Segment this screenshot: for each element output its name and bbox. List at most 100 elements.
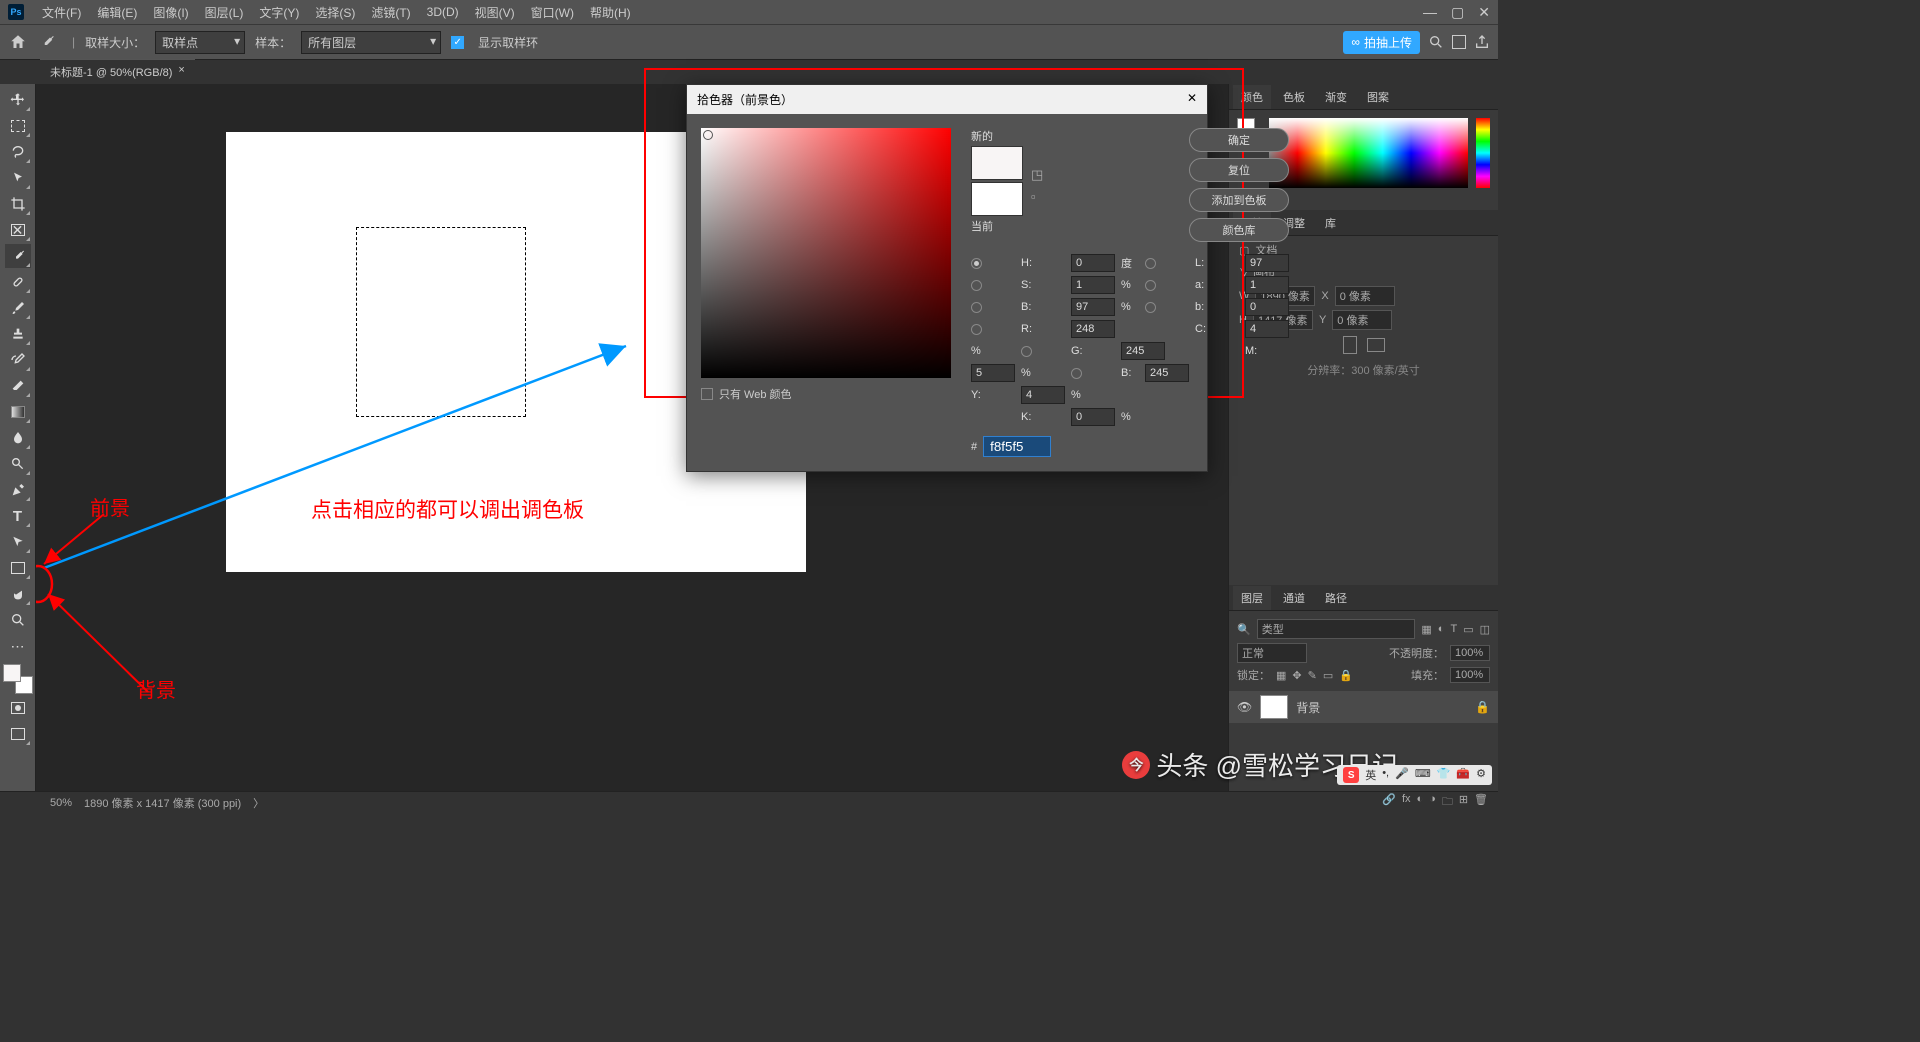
marquee-tool[interactable] (5, 114, 31, 138)
menu-type[interactable]: 文字(Y) (251, 4, 307, 21)
doc-dimensions[interactable]: 1890 像素 x 1417 像素 (300 ppi) (84, 795, 241, 811)
filter-image-icon[interactable]: ▦ (1421, 623, 1431, 636)
home-icon[interactable] (8, 32, 28, 52)
add-swatch-button[interactable]: 添加到色板 (1189, 188, 1289, 212)
input-l[interactable] (1245, 254, 1289, 272)
input-s[interactable] (1071, 276, 1115, 294)
panel-hue-strip[interactable] (1476, 118, 1490, 188)
hand-tool[interactable] (5, 582, 31, 606)
window-close-icon[interactable]: ✕ (1478, 4, 1490, 21)
dodge-tool[interactable] (5, 452, 31, 476)
chevron-right-icon[interactable]: 〉 (253, 795, 264, 811)
radio-r[interactable] (971, 324, 982, 335)
screenmode-tool[interactable] (5, 722, 31, 746)
eyedropper-tool-icon[interactable] (38, 33, 62, 51)
group-icon[interactable]: 🗀 (1442, 793, 1453, 812)
input-r[interactable] (1071, 320, 1115, 338)
healing-tool[interactable] (5, 270, 31, 294)
layer-kind-filter[interactable]: 类型 (1257, 619, 1416, 639)
layer-row-background[interactable]: 👁 背景 🔒 (1229, 691, 1498, 723)
lock-artboard-icon[interactable]: ▭ (1323, 669, 1333, 682)
quick-select-tool[interactable] (5, 166, 31, 190)
tab-patterns[interactable]: 图案 (1359, 85, 1397, 109)
edit-toolbar[interactable]: ⋯ (5, 634, 31, 658)
type-tool[interactable]: T (5, 504, 31, 528)
shape-tool[interactable] (5, 556, 31, 580)
input-a[interactable] (1245, 276, 1289, 294)
pen-tool[interactable] (5, 478, 31, 502)
ime-bar[interactable]: S 英 •, 🎤 ⌨ 👕 🧰 ⚙ (1337, 765, 1492, 785)
tab-close-icon[interactable]: × (178, 64, 184, 80)
tab-swatches[interactable]: 色板 (1275, 85, 1313, 109)
menu-edit[interactable]: 编辑(E) (89, 4, 145, 21)
input-b-rgb[interactable] (1145, 364, 1189, 382)
lock-icon[interactable]: 🔒 (1339, 669, 1353, 682)
lock-all-icon[interactable]: ▦ (1276, 669, 1286, 682)
path-select-tool[interactable] (5, 530, 31, 554)
window-minimize-icon[interactable]: — (1423, 4, 1437, 21)
frame-tool[interactable]: ✕ (5, 218, 31, 242)
foreground-color[interactable] (3, 664, 21, 682)
input-c[interactable] (1245, 320, 1289, 338)
menu-window[interactable]: 窗口(W) (523, 4, 582, 21)
input-h[interactable] (1071, 254, 1115, 272)
input-b-hsb[interactable] (1071, 298, 1115, 316)
ime-mic-icon[interactable]: 🎤 (1395, 767, 1409, 783)
saturation-value-field[interactable] (701, 128, 951, 378)
ime-punct-icon[interactable]: •, (1382, 767, 1389, 783)
blur-tool[interactable] (5, 426, 31, 450)
tab-channels[interactable]: 通道 (1275, 586, 1313, 610)
ime-settings-icon[interactable]: ⚙ (1476, 767, 1486, 783)
frame-icon[interactable] (1452, 35, 1466, 49)
document-tab[interactable]: 未标题-1 @ 50%(RGB/8) × (40, 59, 195, 84)
move-tool[interactable] (5, 88, 31, 112)
stamp-tool[interactable] (5, 322, 31, 346)
web-warning-icon[interactable]: ▫ (1031, 189, 1043, 204)
sample-size-dropdown[interactable]: 取样点 (155, 31, 245, 54)
lock-pixels-icon[interactable]: ✎ (1308, 669, 1317, 682)
adjustment-icon[interactable]: ◑ (1429, 793, 1436, 812)
radio-b-hsb[interactable] (971, 302, 982, 313)
tab-libraries[interactable]: 库 (1317, 211, 1344, 235)
dialog-close-icon[interactable]: ✕ (1187, 91, 1197, 108)
input-g[interactable] (1121, 342, 1165, 360)
zoom-level[interactable]: 50% (50, 797, 72, 809)
radio-g[interactable] (1021, 346, 1032, 357)
zoom-tool[interactable] (5, 608, 31, 632)
input-y[interactable] (1021, 386, 1065, 404)
menu-view[interactable]: 视图(V) (467, 4, 523, 21)
blend-mode-dropdown[interactable]: 正常 (1237, 643, 1307, 663)
trash-icon[interactable]: 🗑 (1474, 793, 1488, 812)
eyedropper-tool[interactable] (5, 244, 31, 268)
tab-gradients[interactable]: 渐变 (1317, 85, 1355, 109)
link-icon[interactable]: 🔗 (1382, 793, 1396, 812)
lock-position-icon[interactable]: ✥ (1292, 669, 1301, 682)
search-icon[interactable] (1428, 34, 1444, 50)
search-small-icon[interactable]: 🔍 (1237, 623, 1251, 636)
input-b-lab[interactable] (1245, 298, 1289, 316)
tab-layers[interactable]: 图层 (1233, 586, 1271, 610)
fx-icon[interactable]: fx (1402, 793, 1411, 812)
prop-y[interactable]: 0 像素 (1332, 310, 1392, 330)
ime-keyboard-icon[interactable]: ⌨ (1415, 767, 1431, 783)
brush-tool[interactable] (5, 296, 31, 320)
crop-tool[interactable] (5, 192, 31, 216)
color-swatches[interactable] (3, 664, 33, 694)
filter-shape-icon[interactable]: ▭ (1463, 623, 1473, 636)
sample-dropdown[interactable]: 所有图层 (301, 31, 441, 54)
mask-icon[interactable]: ◐ (1417, 793, 1424, 812)
ime-lang[interactable]: 英 (1365, 767, 1376, 783)
filter-adjust-icon[interactable]: ◐ (1438, 623, 1445, 635)
color-spectrum[interactable] (1269, 118, 1468, 188)
layer-lock-icon[interactable]: 🔒 (1475, 700, 1490, 714)
new-layer-icon[interactable]: ⊞ (1459, 793, 1468, 812)
menu-help[interactable]: 帮助(H) (582, 4, 639, 21)
menu-file[interactable]: 文件(F) (34, 4, 89, 21)
cube-warning-icon[interactable]: ◳ (1031, 167, 1043, 183)
current-color-swatch[interactable] (971, 182, 1023, 216)
input-m[interactable] (971, 364, 1015, 382)
share-icon[interactable] (1474, 34, 1490, 50)
hex-input[interactable] (983, 436, 1051, 457)
cloud-upload-button[interactable]: ∞ 拍抽上传 (1343, 31, 1420, 54)
gradient-tool[interactable] (5, 400, 31, 424)
